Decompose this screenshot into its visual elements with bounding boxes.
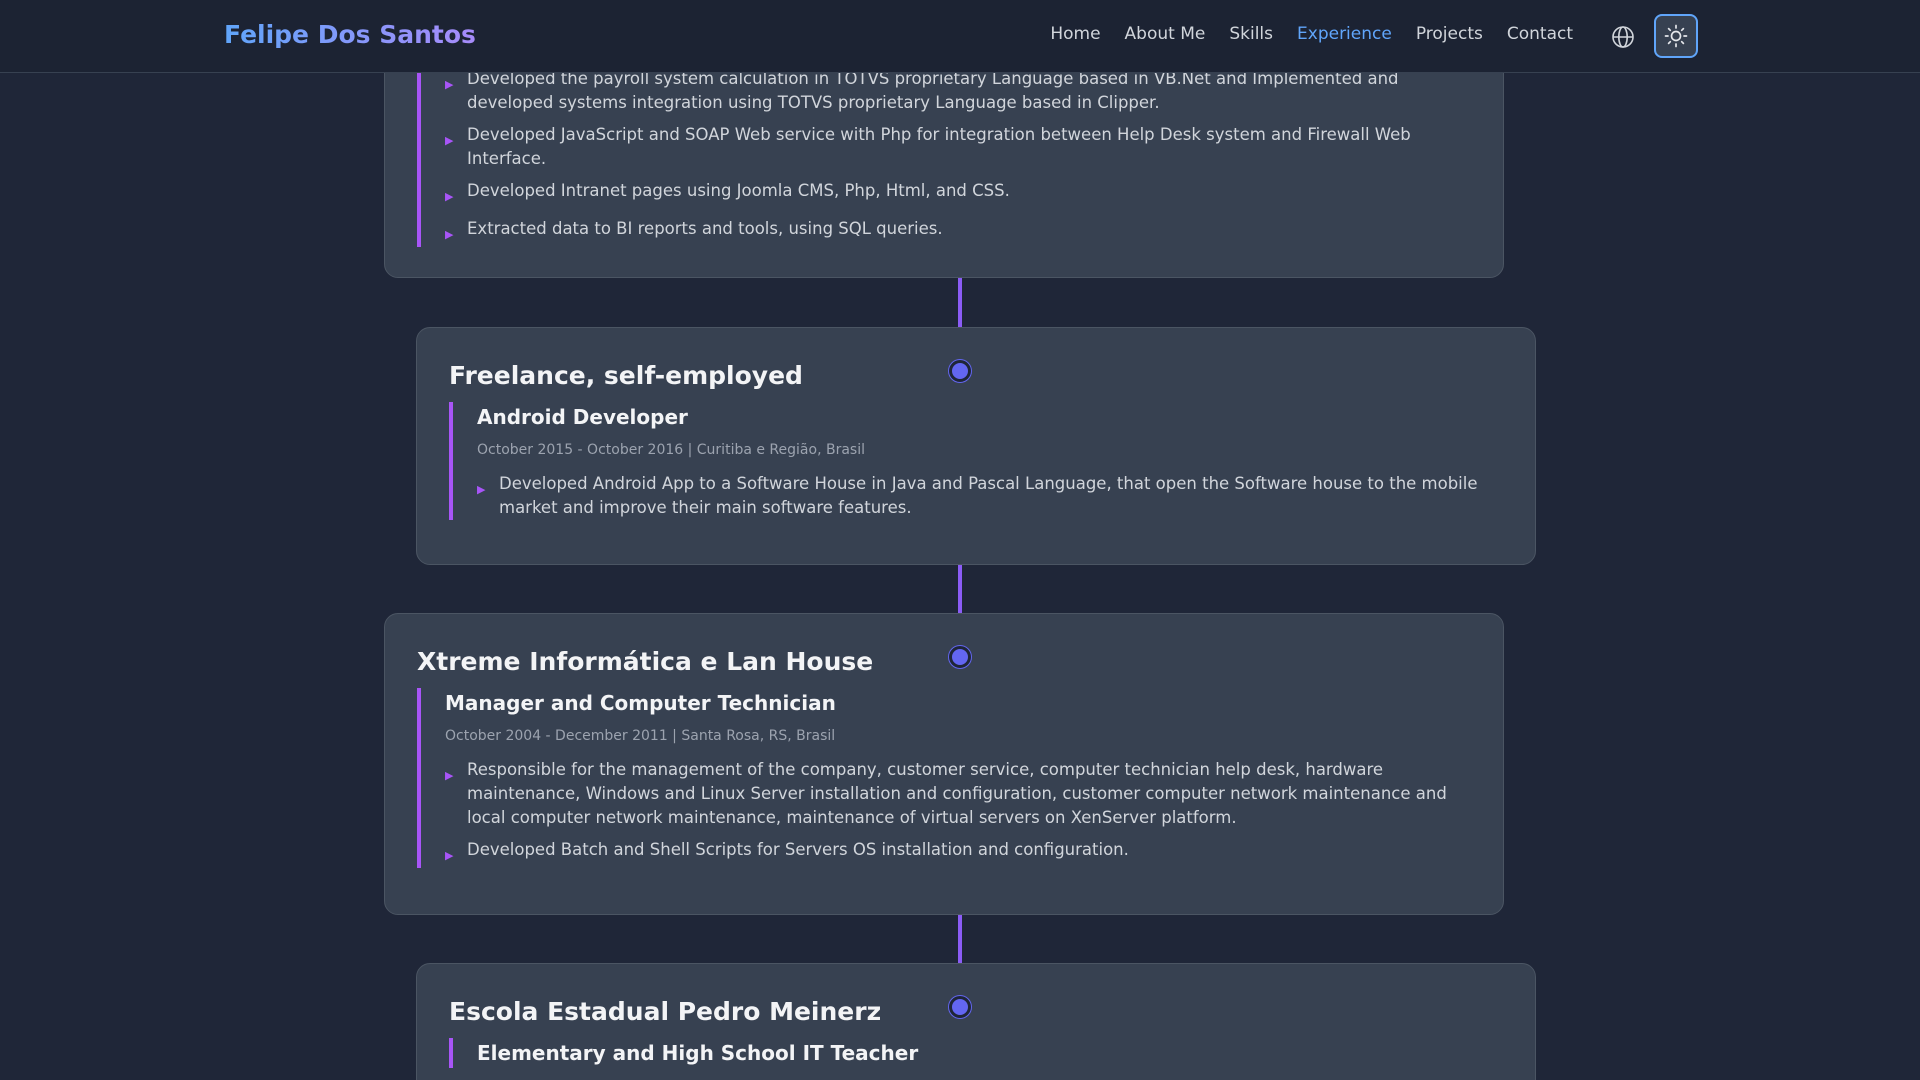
- bullet-icon: ▶: [445, 228, 454, 241]
- nav-link-projects[interactable]: Projects: [1416, 24, 1483, 44]
- bullet-list: ▶ Developed Android App to a Software Ho…: [477, 472, 1503, 520]
- bullet-list: ▶ Responsible for the management of the …: [445, 758, 1471, 868]
- role-meta: October 2015 - October 2016 | Curitiba e…: [477, 442, 865, 458]
- company-name: Xtreme Informática e Lan House: [417, 647, 874, 676]
- language-button[interactable]: [1609, 23, 1637, 51]
- nav-link-contact[interactable]: Contact: [1507, 24, 1573, 44]
- nav-link-about[interactable]: About Me: [1125, 24, 1206, 44]
- bullet-icon: ▶: [445, 190, 454, 203]
- nav-link-home[interactable]: Home: [1050, 24, 1100, 44]
- company-name: Freelance, self-employed: [449, 361, 803, 390]
- company-name: Escola Estadual Pedro Meinerz: [449, 997, 882, 1026]
- bullet-list: ▶ Developed the payroll system calculati…: [445, 67, 1471, 247]
- experience-card: Freelance, self-employed Android Develop…: [416, 327, 1536, 565]
- timeline-dot: [949, 996, 971, 1018]
- list-item: ▶ Developed JavaScript and SOAP Web serv…: [445, 123, 1471, 171]
- nav-links: Home About Me Skills Experience Projects…: [1050, 24, 1573, 44]
- bullet-icon: ▶: [445, 78, 454, 91]
- navbar: Felipe Dos Santos Home About Me Skills E…: [0, 0, 1920, 73]
- role-title: Manager and Computer Technician: [445, 691, 836, 715]
- list-item: ▶ Extracted data to BI reports and tools…: [445, 217, 1471, 247]
- bullet-icon: ▶: [477, 483, 486, 496]
- sun-icon: [1664, 24, 1688, 48]
- experience-card: Escola Estadual Pedro Meinerz Elementary…: [416, 963, 1536, 1080]
- role-title: Android Developer: [477, 405, 688, 429]
- bullet-icon: ▶: [445, 769, 454, 782]
- timeline-dot: [949, 646, 971, 668]
- nav-link-skills[interactable]: Skills: [1229, 24, 1273, 44]
- experience-card: Xtreme Informática e Lan House Manager a…: [384, 613, 1504, 915]
- timeline-dot: [949, 360, 971, 382]
- role-block: Elementary and High School IT Teacher: [449, 1038, 1503, 1068]
- role-title: Elementary and High School IT Teacher: [477, 1041, 919, 1065]
- list-item: ▶ Developed the payroll system calculati…: [445, 67, 1471, 115]
- list-item: ▶ Developed Intranet pages using Joomla …: [445, 179, 1471, 209]
- role-meta: October 2004 - December 2011 | Santa Ros…: [445, 728, 836, 744]
- nav-link-experience[interactable]: Experience: [1297, 24, 1392, 44]
- globe-icon: [1612, 26, 1634, 48]
- bullet-icon: ▶: [445, 134, 454, 147]
- role-block: Manager and Computer Technician October …: [417, 688, 1471, 868]
- brand-logo[interactable]: Felipe Dos Santos: [224, 20, 476, 49]
- list-item: ▶ Developed Batch and Shell Scripts for …: [445, 838, 1471, 868]
- role-block: Android Developer October 2015 - October…: [449, 402, 1503, 520]
- list-item: ▶ Developed Android App to a Software Ho…: [477, 472, 1503, 520]
- list-item: ▶ Responsible for the management of the …: [445, 758, 1471, 830]
- theme-toggle-button[interactable]: [1654, 14, 1698, 58]
- bullet-icon: ▶: [445, 849, 454, 862]
